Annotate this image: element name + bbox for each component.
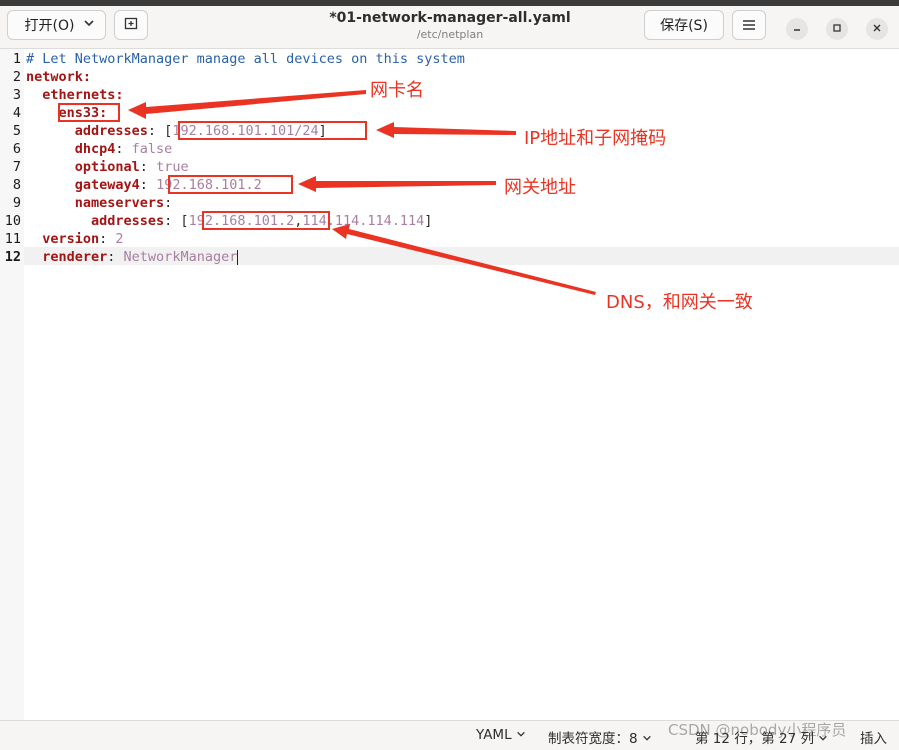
code-token: nameservers bbox=[26, 195, 165, 211]
annotation-dns: DNS，和网关一致 bbox=[606, 292, 753, 313]
line-number: 2 bbox=[12, 69, 21, 85]
code-token: : bbox=[139, 159, 157, 175]
code-line[interactable]: 9 nameservers: bbox=[0, 194, 899, 212]
line-number: 6 bbox=[12, 141, 21, 157]
line-number: 1 bbox=[12, 51, 21, 67]
code-line[interactable]: 1 # Let NetworkManager manage all devices… bbox=[0, 50, 899, 68]
code-line[interactable]: 2 network: bbox=[0, 68, 899, 86]
code-text: network: bbox=[26, 68, 91, 86]
code-text: dhcp4: false bbox=[26, 140, 173, 158]
code-token: : bbox=[115, 87, 124, 103]
line-number: 11 bbox=[4, 231, 21, 247]
code-line[interactable]: 6 dhcp4: false bbox=[0, 140, 899, 158]
chevron-down-icon bbox=[516, 727, 526, 743]
line-number: 10 bbox=[4, 213, 21, 229]
language-label: YAML bbox=[476, 727, 512, 743]
cursor-position-selector[interactable]: 第 12 行，第 27 列 bbox=[695, 727, 828, 747]
code-line[interactable]: 8 gateway4: 192.168.101.2 bbox=[0, 176, 899, 194]
code-token: addresses bbox=[26, 213, 165, 229]
code-token: ethernets bbox=[26, 87, 116, 103]
minimize-button[interactable] bbox=[786, 18, 808, 40]
code-token: ] bbox=[424, 213, 433, 229]
hamburger-icon bbox=[742, 16, 756, 35]
code-token: : bbox=[107, 249, 124, 265]
tab-width-selector[interactable]: 制表符宽度：8 bbox=[548, 727, 652, 747]
maximize-button[interactable] bbox=[826, 18, 848, 40]
code-token: dhcp4 bbox=[26, 141, 116, 157]
header-bar: 打开(O) *01-network-manager-all.yaml /etc/… bbox=[0, 6, 899, 49]
code-line[interactable]: 5 addresses: [192.168.101.101/24] bbox=[0, 122, 899, 140]
highlight-box-ip bbox=[178, 121, 367, 140]
code-line[interactable]: 3 ethernets: bbox=[0, 86, 899, 104]
code-text: version: 2 bbox=[26, 230, 124, 248]
chevron-down-icon bbox=[642, 731, 652, 747]
code-text: # Let NetworkManager manage all devices … bbox=[26, 50, 465, 68]
text-editor[interactable]: 1 # Let NetworkManager manage all devices… bbox=[0, 49, 899, 720]
save-button[interactable]: 保存(S) bbox=[644, 10, 724, 40]
line-number: 4 bbox=[12, 105, 21, 121]
new-tab-icon bbox=[123, 15, 139, 35]
close-button[interactable] bbox=[866, 18, 888, 40]
code-token: gateway4 bbox=[26, 177, 140, 193]
code-token: : bbox=[99, 231, 116, 247]
line-number: 8 bbox=[12, 177, 21, 193]
code-line[interactable]: 12 renderer: NetworkManager bbox=[0, 248, 899, 266]
code-line[interactable]: 10 addresses: [192.168.101.2,114.114.114… bbox=[0, 212, 899, 230]
status-bar: CSDN @nobody小程序员 YAML 制表符宽度：8 第 12 行，第 2… bbox=[0, 720, 899, 750]
code-token: : [ bbox=[164, 213, 189, 229]
code-line[interactable]: 4 ens33: bbox=[0, 104, 899, 122]
code-text: renderer: NetworkManager bbox=[26, 248, 239, 266]
code-text: nameservers: bbox=[26, 194, 173, 212]
language-selector[interactable]: YAML bbox=[476, 727, 526, 743]
annotation-nic-name: 网卡名 bbox=[370, 80, 424, 101]
close-icon bbox=[872, 23, 882, 36]
line-number: 9 bbox=[12, 195, 21, 211]
main-menu-button[interactable] bbox=[732, 10, 766, 40]
text-cursor bbox=[237, 249, 239, 265]
insert-mode-indicator[interactable]: 插入 bbox=[860, 727, 887, 747]
code-text: optional: true bbox=[26, 158, 189, 176]
code-token: : bbox=[164, 195, 173, 211]
code-token: renderer bbox=[26, 249, 108, 265]
line-number: 3 bbox=[12, 87, 21, 103]
open-button-label: 打开(O) bbox=[24, 18, 75, 34]
code-token: addresses bbox=[26, 123, 148, 139]
highlight-box-dns bbox=[202, 211, 330, 230]
maximize-icon bbox=[832, 23, 842, 36]
window-title: *01-network-manager-all.yaml bbox=[329, 10, 571, 26]
open-button[interactable]: 打开(O) bbox=[7, 10, 106, 40]
code-text: ethernets: bbox=[26, 86, 124, 104]
highlight-box-gateway bbox=[168, 175, 293, 194]
line-number: 7 bbox=[12, 159, 21, 175]
cursor-position-label: 第 12 行，第 27 列 bbox=[695, 731, 815, 747]
window-subtitle: /etc/netplan bbox=[416, 28, 484, 41]
line-number: 5 bbox=[12, 123, 21, 139]
highlight-box-ens33 bbox=[58, 103, 120, 122]
code-line[interactable]: 11 version: 2 bbox=[0, 230, 899, 248]
minimize-icon bbox=[792, 23, 802, 36]
annotation-gateway: 网关地址 bbox=[504, 177, 576, 198]
code-token: : bbox=[82, 69, 92, 85]
chevron-down-icon bbox=[818, 731, 828, 747]
code-token: network bbox=[26, 69, 83, 85]
line-number: 12 bbox=[4, 249, 21, 265]
code-token: : bbox=[139, 177, 157, 193]
annotation-ip-mask: IP地址和子网掩码 bbox=[524, 128, 667, 149]
code-token: version bbox=[26, 231, 100, 247]
tab-width-label: 制表符宽度：8 bbox=[548, 731, 638, 747]
code-token: optional bbox=[26, 159, 140, 175]
code-token: true bbox=[156, 159, 189, 175]
chevron-down-icon bbox=[83, 17, 95, 32]
code-token: : bbox=[115, 141, 132, 157]
code-token: false bbox=[131, 141, 173, 157]
code-token: # Let NetworkManager manage all devices … bbox=[26, 51, 465, 67]
code-token: NetworkManager bbox=[123, 249, 238, 265]
code-line[interactable]: 7 optional: true bbox=[0, 158, 899, 176]
new-tab-button[interactable] bbox=[114, 10, 148, 40]
code-token: : [ bbox=[147, 123, 173, 139]
code-token: 2 bbox=[115, 231, 124, 247]
